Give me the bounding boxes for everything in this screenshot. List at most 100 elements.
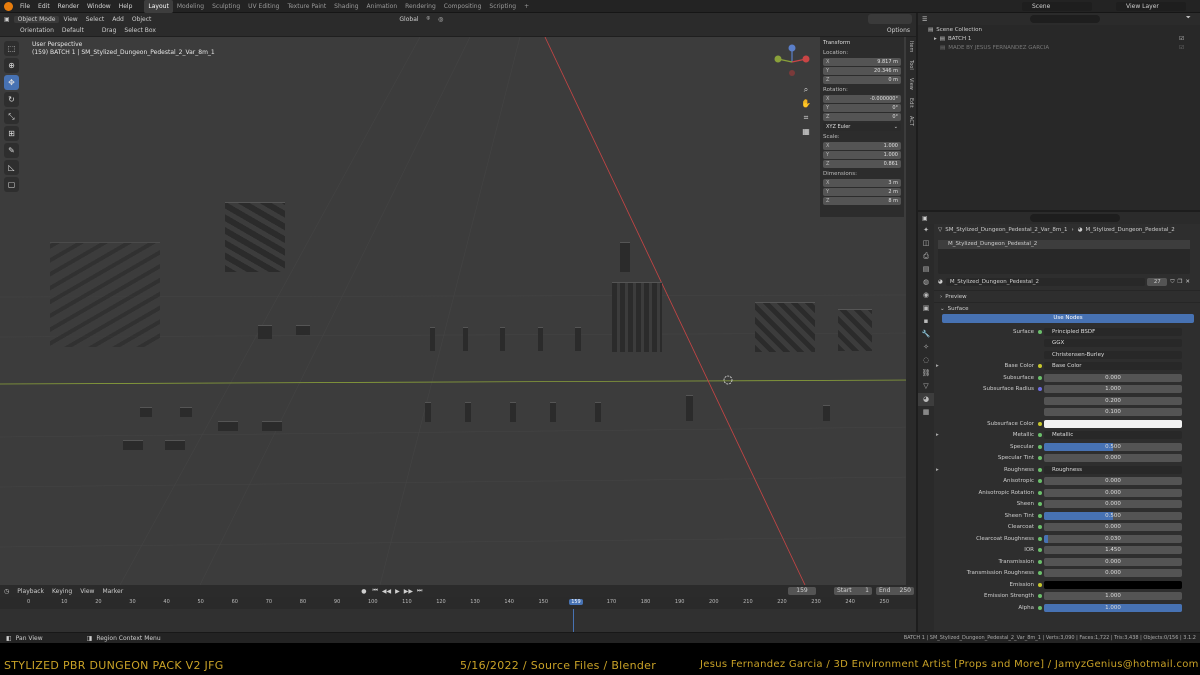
shader-input-field[interactable]: 0.000 xyxy=(1044,488,1182,497)
tab-sculpting[interactable]: Sculpting xyxy=(208,0,244,13)
menu-window[interactable]: Window xyxy=(83,0,115,13)
socket-icon[interactable] xyxy=(1038,444,1042,449)
shader-input-field[interactable]: 0.030 xyxy=(1044,534,1182,543)
tab-uv-editing[interactable]: UV Editing xyxy=(244,0,283,13)
camera-icon[interactable]: ⌗ xyxy=(800,111,812,125)
menu-object[interactable]: Object xyxy=(128,16,156,23)
shader-input-field[interactable]: 0.000 xyxy=(1044,477,1182,486)
duplicate-icon[interactable]: ❐ xyxy=(1177,279,1182,285)
jump-end-icon[interactable]: ⏭ xyxy=(415,587,424,595)
shader-input-field[interactable]: Metallic xyxy=(1044,431,1182,440)
scale-y-field[interactable]: Y 1.000 xyxy=(823,151,901,159)
play-icon[interactable]: ▶ xyxy=(393,588,402,595)
location-x-field[interactable]: X 9.817 m xyxy=(823,58,901,66)
playhead[interactable] xyxy=(573,609,574,632)
render-tab-icon[interactable]: ◫ xyxy=(918,237,934,250)
shader-input-field[interactable]: 0.200 xyxy=(1044,396,1182,405)
shader-input-field[interactable]: 1.000 xyxy=(1044,385,1182,394)
socket-icon[interactable] xyxy=(1038,479,1042,484)
modifier-tab-icon[interactable]: 🔧 xyxy=(918,328,934,341)
socket-icon[interactable] xyxy=(1038,582,1042,587)
socket-icon[interactable] xyxy=(1038,421,1042,426)
material-browse-icon[interactable]: ◕ xyxy=(938,279,943,285)
shader-input-field[interactable] xyxy=(1044,580,1182,589)
tab-compositing[interactable]: Compositing xyxy=(440,0,486,13)
preview-panel-header[interactable]: › Preview xyxy=(934,290,1200,302)
unlink-icon[interactable]: ✕ xyxy=(1185,279,1190,285)
move-tool-icon[interactable]: ✥ xyxy=(4,75,19,90)
tab-tool[interactable]: Tool xyxy=(908,60,914,70)
orientation-selector[interactable]: Default xyxy=(58,27,98,34)
fake-user-icon[interactable]: ⛉ xyxy=(1170,279,1174,286)
tab-scripting[interactable]: Scripting xyxy=(485,0,520,13)
physics-tab-icon[interactable]: ◌ xyxy=(918,354,934,367)
scene-tab-icon[interactable]: ◍ xyxy=(918,276,934,289)
menu-edit[interactable]: Edit xyxy=(34,0,54,13)
material-tab-icon[interactable]: ◕ xyxy=(918,393,934,406)
tab-act[interactable]: ACT xyxy=(908,116,914,126)
tab-edit[interactable]: Edit xyxy=(908,98,914,108)
material-name-field[interactable]: M_Stylized_Dungeon_Pedestal_2 xyxy=(945,278,1146,286)
dimensions-y-field[interactable]: Y2 m xyxy=(823,188,901,196)
location-y-field[interactable]: Y 20.346 m xyxy=(823,67,901,75)
outliner-row-credits[interactable]: ▤ MADE BY JESUS FERNANDEZ GARCIA ☑ xyxy=(918,43,1200,52)
shader-input-field[interactable] xyxy=(1044,419,1182,428)
socket-icon[interactable] xyxy=(1038,571,1042,576)
shader-input-field[interactable]: 0.000 xyxy=(1044,523,1182,532)
material-users-count[interactable]: 27 xyxy=(1147,278,1168,286)
data-tab-icon[interactable]: ▽ xyxy=(918,380,934,393)
grid-view-icon[interactable]: ▦ xyxy=(800,125,812,139)
location-z-field[interactable]: Z0 m xyxy=(823,76,901,84)
shader-input-field[interactable]: Roughness xyxy=(1044,465,1182,474)
navigation-gizmo[interactable] xyxy=(772,42,812,87)
use-nodes-button[interactable]: Use Nodes xyxy=(942,314,1194,323)
shader-input-field[interactable]: 0.500 xyxy=(1044,511,1182,520)
outliner-row-batch[interactable]: ▸ ▤ BATCH 1 ☑ xyxy=(918,34,1200,43)
menu-timeline-view[interactable]: View xyxy=(76,588,98,595)
properties-search-input[interactable] xyxy=(1030,214,1120,222)
shader-input-field[interactable]: 0.000 xyxy=(1044,500,1182,509)
transform-tool-icon[interactable]: ⊞ xyxy=(4,126,19,141)
rotation-y-field[interactable]: Y 0° xyxy=(823,104,901,112)
collection-tab-icon[interactable]: ▣ xyxy=(918,302,934,315)
menu-playback[interactable]: Playback xyxy=(13,588,48,595)
tab-view[interactable]: View xyxy=(908,78,914,90)
timeline-editor-icon[interactable]: ◷ xyxy=(0,588,13,595)
distribution-select[interactable]: GGX xyxy=(1044,339,1182,348)
rotate-tool-icon[interactable]: ↻ xyxy=(4,92,19,107)
socket-icon[interactable] xyxy=(1038,605,1042,610)
object-tab-icon[interactable]: ▪ xyxy=(918,315,934,328)
shader-input-field[interactable]: 0.000 xyxy=(1044,569,1182,578)
current-frame-field[interactable]: 159 xyxy=(788,587,816,595)
shader-input-field[interactable]: 0.500 xyxy=(1044,442,1182,451)
tool-tab-icon[interactable]: ✦ xyxy=(918,224,934,237)
checkbox-icon[interactable]: ☑ xyxy=(1179,45,1200,51)
jump-start-icon[interactable]: ⏮ xyxy=(370,587,379,595)
record-button[interactable]: ● xyxy=(357,588,370,595)
annotate-tool-icon[interactable]: ✎ xyxy=(4,143,19,158)
socket-icon[interactable] xyxy=(1038,548,1042,553)
socket-icon[interactable] xyxy=(1038,387,1042,392)
tab-item[interactable]: Item xyxy=(908,41,914,52)
shader-input-field[interactable]: 0.000 xyxy=(1044,557,1182,566)
scene-selector[interactable]: Scene xyxy=(1022,2,1092,11)
transform-orientation-selector[interactable]: Global xyxy=(395,16,422,23)
constraints-tab-icon[interactable]: ⛓ xyxy=(918,367,934,380)
socket-icon[interactable] xyxy=(1038,513,1042,518)
tab-modeling[interactable]: Modeling xyxy=(173,0,208,13)
socket-icon[interactable] xyxy=(1038,490,1042,495)
socket-icon[interactable] xyxy=(1038,559,1042,564)
outliner-search-input[interactable] xyxy=(1030,15,1100,23)
menu-add[interactable]: Add xyxy=(108,16,128,23)
outliner-row-scene-collection[interactable]: ▤ Scene Collection xyxy=(918,25,1200,34)
add-cube-tool-icon[interactable]: ▢ xyxy=(4,177,19,192)
rotation-mode-select[interactable]: XYZ Euler ⌄ xyxy=(823,123,901,131)
snap-icon[interactable]: ⌾ xyxy=(423,15,435,23)
tab-shading[interactable]: Shading xyxy=(330,0,362,13)
expand-icon[interactable]: ▸ xyxy=(934,467,942,473)
menu-select[interactable]: Select xyxy=(82,16,109,23)
socket-icon[interactable] xyxy=(1038,433,1042,438)
socket-icon[interactable] xyxy=(1038,525,1042,530)
measure-tool-icon[interactable]: ◺ xyxy=(4,160,19,175)
rotation-z-field[interactable]: Z 0° xyxy=(823,113,901,121)
